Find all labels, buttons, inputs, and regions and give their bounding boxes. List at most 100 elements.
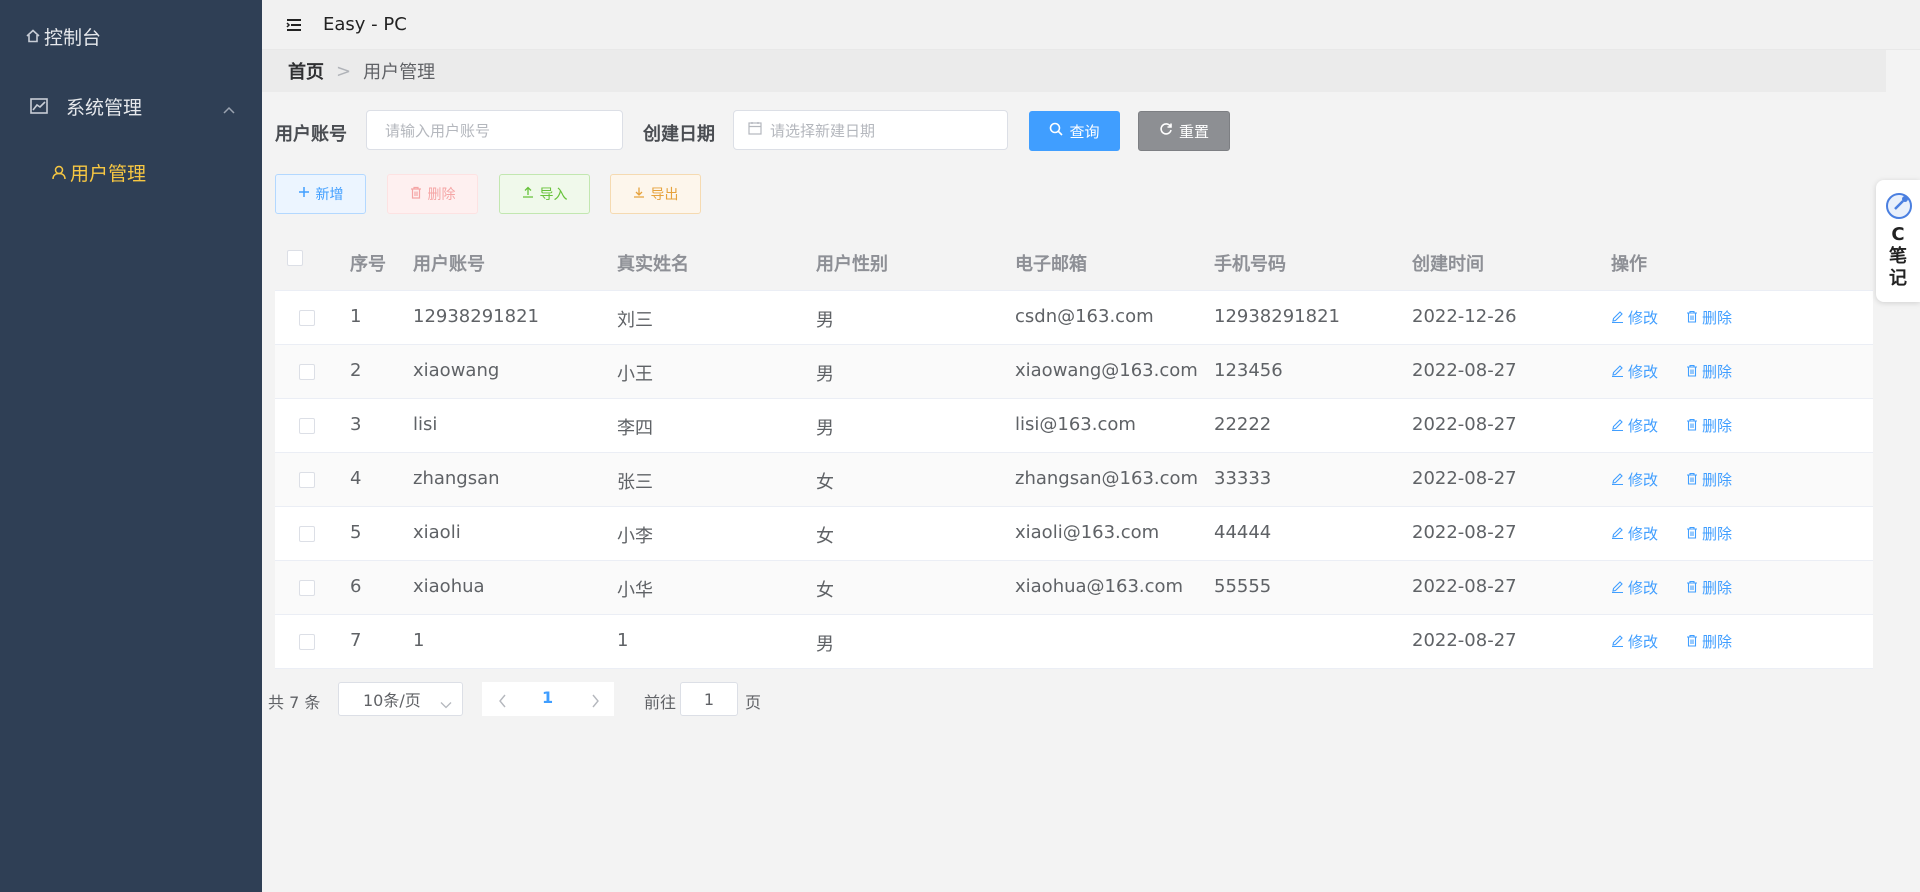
edit-button[interactable]: 修改 bbox=[1611, 307, 1658, 328]
pager-nav: 1 bbox=[482, 682, 614, 716]
export-label: 导出 bbox=[650, 187, 679, 203]
batch-delete-button[interactable]: 删除 bbox=[387, 174, 478, 214]
add-label: 新增 bbox=[315, 187, 344, 203]
home-icon bbox=[24, 29, 42, 43]
download-icon bbox=[633, 186, 645, 202]
header-created: 创建时间 bbox=[1412, 254, 1484, 275]
cell-name: 1 bbox=[617, 630, 629, 651]
cell-no: 5 bbox=[350, 522, 362, 543]
sidebar-item-label: 控制台 bbox=[44, 26, 102, 49]
delete-button[interactable]: 删除 bbox=[1686, 415, 1732, 436]
date-picker[interactable]: 请选择新建日期 bbox=[733, 110, 1008, 150]
edit-button[interactable]: 修改 bbox=[1611, 631, 1658, 652]
reset-button[interactable]: 重置 bbox=[1138, 111, 1230, 151]
chevron-down-icon bbox=[440, 694, 452, 713]
row-checkbox[interactable] bbox=[299, 580, 315, 596]
prev-page-icon[interactable] bbox=[498, 692, 508, 713]
note-widget[interactable]: C笔记 bbox=[1876, 180, 1920, 302]
sidebar-item-system[interactable]: 系统管理 bbox=[0, 90, 262, 122]
user-table: 序号 用户账号 真实姓名 用户性别 电子邮箱 手机号码 创建时间 操作 1 12… bbox=[275, 233, 1873, 669]
cell-account: 12938291821 bbox=[413, 306, 539, 327]
row-checkbox[interactable] bbox=[299, 364, 315, 380]
table-row: 5 xiaoli 小李 女 xiaoli@163.com 44444 2022-… bbox=[275, 507, 1873, 561]
trash-icon bbox=[1686, 579, 1698, 597]
edit-icon bbox=[1611, 309, 1624, 327]
edit-icon bbox=[1611, 633, 1624, 651]
search-form: 用户账号 请输入用户账号 创建日期 请选择新建日期 查询 重置 bbox=[262, 110, 1262, 152]
edit-label: 修改 bbox=[1628, 417, 1659, 435]
chart-icon bbox=[30, 98, 48, 114]
table-body: 1 12938291821 刘三 男 csdn@163.com 12938291… bbox=[275, 291, 1873, 669]
trash-icon bbox=[410, 186, 422, 203]
page-size-select[interactable]: 10条/页 bbox=[338, 682, 463, 716]
plus-icon bbox=[298, 186, 310, 202]
row-checkbox[interactable] bbox=[299, 634, 315, 650]
date-label: 创建日期 bbox=[643, 124, 715, 145]
delete-label: 删除 bbox=[1702, 525, 1733, 543]
sidebar-item-label: 系统管理 bbox=[66, 96, 143, 119]
row-checkbox[interactable] bbox=[299, 310, 315, 326]
account-input[interactable]: 请输入用户账号 bbox=[366, 110, 623, 150]
calendar-icon bbox=[748, 121, 762, 139]
row-checkbox[interactable] bbox=[299, 526, 315, 542]
table-header: 序号 用户账号 真实姓名 用户性别 电子邮箱 手机号码 创建时间 操作 bbox=[275, 233, 1873, 291]
delete-button[interactable]: 删除 bbox=[1686, 469, 1732, 490]
menu-toggle-icon[interactable] bbox=[286, 16, 302, 37]
delete-label: 删除 bbox=[1702, 471, 1733, 489]
delete-button[interactable]: 删除 bbox=[1686, 307, 1732, 328]
next-page-icon[interactable] bbox=[590, 692, 600, 713]
edit-button[interactable]: 修改 bbox=[1611, 361, 1658, 382]
edit-icon bbox=[1611, 525, 1624, 543]
header-no: 序号 bbox=[350, 254, 386, 275]
export-button[interactable]: 导出 bbox=[610, 174, 701, 214]
cell-email: zhangsan@163.com bbox=[1015, 468, 1199, 489]
sidebar-item-dashboard[interactable]: 控制台 bbox=[0, 20, 262, 52]
account-label: 用户账号 bbox=[275, 124, 347, 145]
delete-button[interactable]: 删除 bbox=[1686, 577, 1732, 598]
cell-account: xiaowang bbox=[413, 360, 500, 381]
breadcrumb-home[interactable]: 首页 bbox=[288, 58, 324, 84]
edit-button[interactable]: 修改 bbox=[1611, 523, 1658, 544]
table-row: 1 12938291821 刘三 男 csdn@163.com 12938291… bbox=[275, 291, 1873, 345]
add-button[interactable]: 新增 bbox=[275, 174, 366, 214]
cell-email: xiaowang@163.com bbox=[1015, 360, 1198, 381]
cell-created: 2022-08-27 bbox=[1412, 468, 1517, 489]
pagination: 共 7 条 10条/页 1 前往 1 页 bbox=[268, 682, 868, 716]
edit-button[interactable]: 修改 bbox=[1611, 415, 1658, 436]
delete-label: 删除 bbox=[1702, 309, 1733, 327]
row-checkbox[interactable] bbox=[299, 472, 315, 488]
breadcrumb-current: 用户管理 bbox=[363, 62, 436, 83]
cell-phone: 123456 bbox=[1214, 360, 1283, 381]
date-placeholder: 请选择新建日期 bbox=[770, 121, 876, 140]
cell-account: zhangsan bbox=[413, 468, 500, 489]
cell-account: xiaoli bbox=[413, 522, 461, 543]
upload-icon bbox=[522, 186, 534, 202]
delete-button[interactable]: 删除 bbox=[1686, 631, 1732, 652]
sidebar-item-label: 用户管理 bbox=[70, 162, 147, 185]
delete-label: 删除 bbox=[427, 187, 456, 203]
sidebar-item-users[interactable]: 用户管理 bbox=[0, 156, 262, 188]
goto-page-value: 1 bbox=[703, 689, 715, 709]
row-checkbox[interactable] bbox=[299, 418, 315, 434]
cell-name: 小王 bbox=[617, 364, 653, 385]
goto-page-input[interactable]: 1 bbox=[680, 682, 738, 716]
delete-label: 删除 bbox=[1702, 579, 1733, 597]
edit-label: 修改 bbox=[1628, 633, 1659, 651]
cell-phone: 55555 bbox=[1214, 576, 1272, 597]
cell-sex: 女 bbox=[816, 472, 834, 493]
cell-email: lisi@163.com bbox=[1015, 414, 1136, 435]
trash-icon bbox=[1686, 363, 1698, 381]
delete-button[interactable]: 删除 bbox=[1686, 523, 1732, 544]
cell-email: xiaohua@163.com bbox=[1015, 576, 1184, 597]
select-all-checkbox[interactable] bbox=[287, 250, 303, 266]
delete-button[interactable]: 删除 bbox=[1686, 361, 1732, 382]
edit-icon bbox=[1611, 579, 1624, 597]
breadcrumb: 首页 > 用户管理 bbox=[262, 50, 1886, 92]
query-button[interactable]: 查询 bbox=[1029, 111, 1120, 151]
page-number[interactable]: 1 bbox=[542, 688, 553, 707]
cell-no: 2 bbox=[350, 360, 362, 381]
import-button[interactable]: 导入 bbox=[499, 174, 590, 214]
edit-button[interactable]: 修改 bbox=[1611, 577, 1658, 598]
cell-name: 李四 bbox=[617, 418, 653, 439]
edit-button[interactable]: 修改 bbox=[1611, 469, 1658, 490]
